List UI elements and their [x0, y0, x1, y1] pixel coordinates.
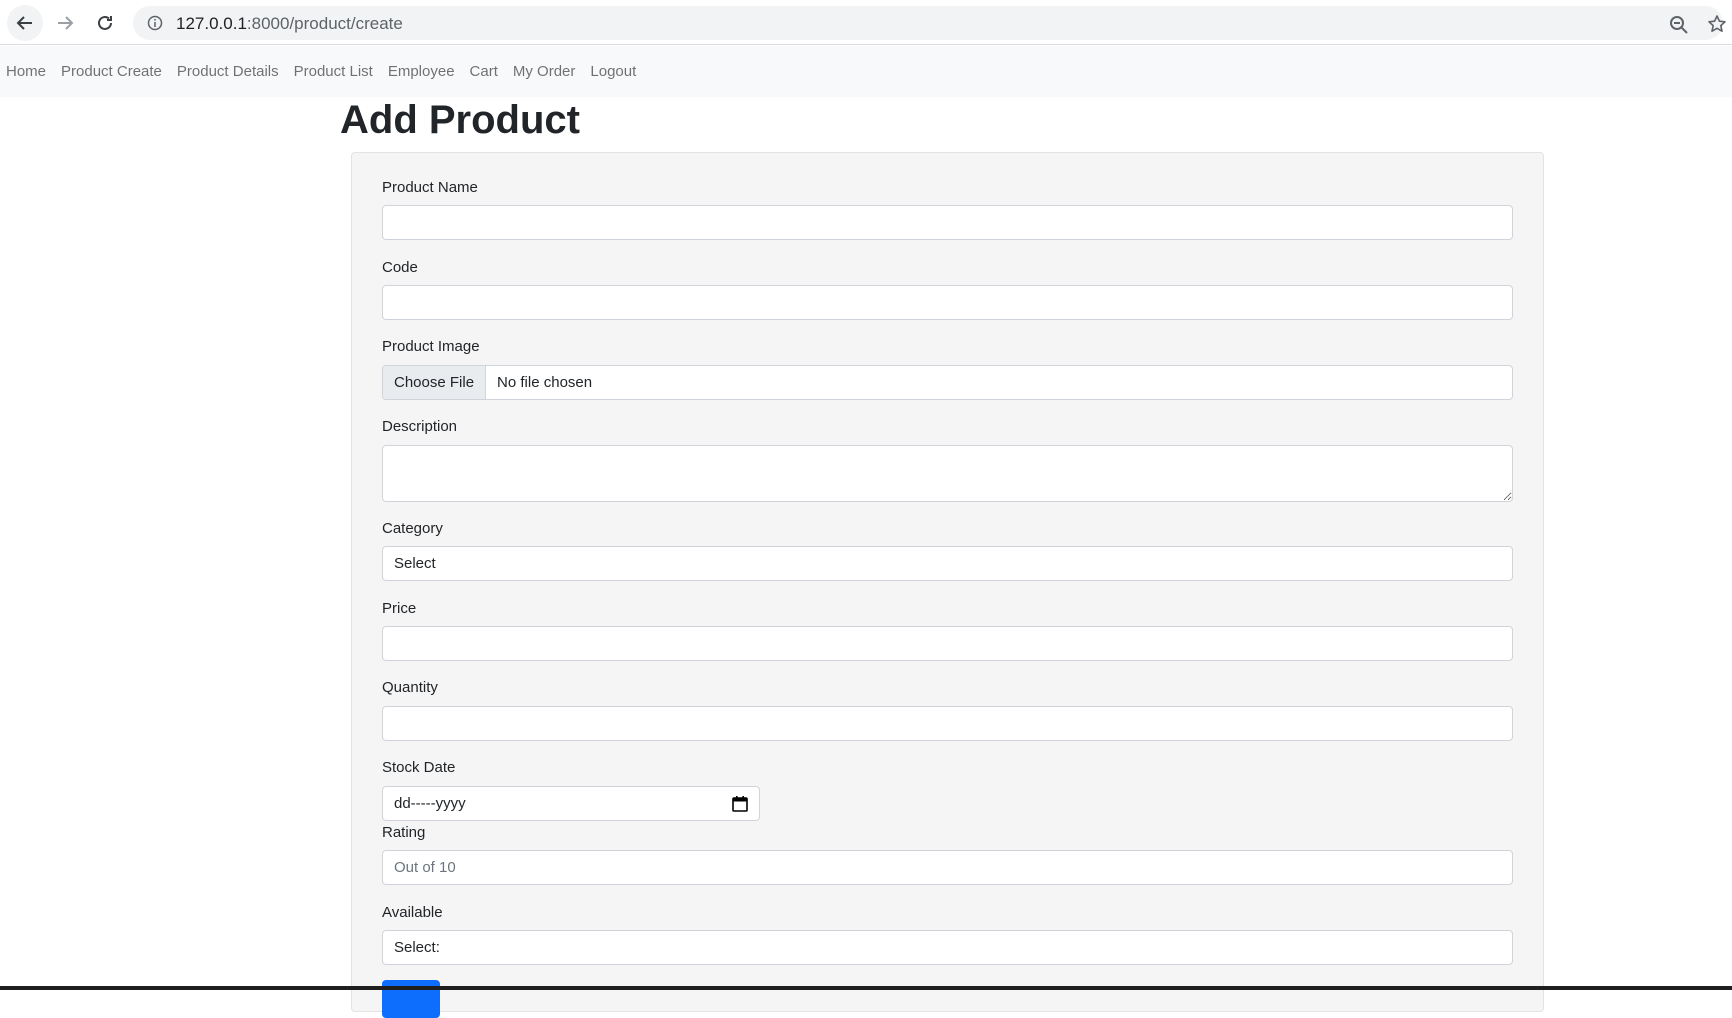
- arrow-right-icon: [58, 16, 74, 30]
- product-image-label: Product Image: [382, 338, 480, 355]
- reload-icon: [98, 15, 112, 30]
- available-label: Available: [382, 904, 443, 921]
- stock-date-label: Stock Date: [382, 759, 456, 776]
- info-icon: [147, 15, 163, 31]
- available-select[interactable]: Select:: [382, 930, 1513, 965]
- product-name-label: Product Name: [382, 179, 478, 196]
- rating-label: Rating: [382, 824, 426, 841]
- address-bar[interactable]: 127.0.0.1:8000/product/create: [133, 6, 1726, 40]
- nav-link-my-order[interactable]: My Order: [513, 63, 576, 80]
- url-text: 127.0.0.1:8000/product/create: [176, 14, 403, 34]
- price-label: Price: [382, 600, 417, 617]
- quantity-input[interactable]: [382, 706, 1513, 741]
- add-product-form: Product Name Code Product Image Choose F…: [351, 152, 1544, 1018]
- stock-date-value: dd-----yyyy: [394, 795, 466, 812]
- product-name-input[interactable]: [382, 205, 1513, 240]
- price-input[interactable]: [382, 626, 1513, 661]
- product-image-file-input[interactable]: Choose File No file chosen: [382, 365, 1513, 400]
- nav-link-product-details[interactable]: Product Details: [177, 63, 279, 80]
- code-label: Code: [382, 259, 418, 276]
- calendar-icon[interactable]: [731, 795, 749, 813]
- nav-link-home[interactable]: Home: [6, 63, 46, 80]
- category-selected-value: Select: [394, 555, 436, 572]
- category-select[interactable]: Select: [382, 546, 1513, 581]
- browser-toolbar: 127.0.0.1:8000/product/create: [0, 0, 1732, 45]
- stock-date-input[interactable]: dd-----yyyy: [382, 786, 760, 821]
- description-label: Description: [382, 418, 458, 435]
- rating-input[interactable]: [382, 850, 1513, 885]
- taskbar-strip: [0, 986, 1732, 990]
- forward-button[interactable]: [47, 5, 83, 41]
- code-input[interactable]: [382, 285, 1513, 320]
- description-wrapper: [382, 445, 1513, 502]
- choose-file-button[interactable]: Choose File: [383, 366, 487, 399]
- main-navbar: Home Product Create Product Details Prod…: [0, 46, 1732, 97]
- category-label: Category: [382, 520, 443, 537]
- nav-link-cart[interactable]: Cart: [470, 63, 498, 80]
- nav-link-product-create[interactable]: Product Create: [61, 63, 162, 80]
- description-textarea[interactable]: [382, 445, 1513, 502]
- page-title: Add Product: [340, 98, 580, 142]
- nav-link-logout[interactable]: Logout: [590, 63, 636, 80]
- arrow-left-icon: [16, 16, 32, 30]
- nav-link-employee[interactable]: Employee: [388, 63, 455, 80]
- url-path: :8000/product/create: [246, 14, 403, 33]
- bookmark-star-icon[interactable]: [1707, 14, 1727, 34]
- available-selected-value: Select:: [394, 939, 440, 956]
- nav-link-product-list[interactable]: Product List: [294, 63, 373, 80]
- back-button[interactable]: [7, 5, 43, 41]
- url-host: 127.0.0.1: [176, 14, 247, 33]
- reload-button[interactable]: [87, 5, 123, 41]
- file-status-text: No file chosen: [497, 374, 593, 391]
- quantity-label: Quantity: [382, 679, 438, 696]
- zoom-out-icon[interactable]: [1669, 15, 1689, 35]
